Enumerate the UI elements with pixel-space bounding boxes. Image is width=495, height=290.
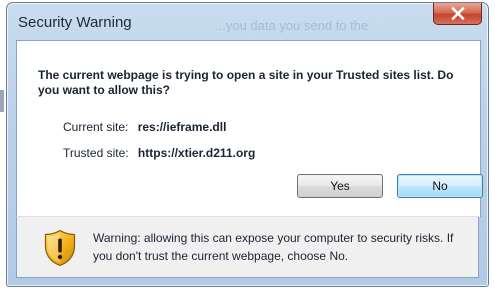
- title-bar[interactable]: Security Warning ...you data you send to…: [7, 3, 488, 41]
- current-site-row: Current site: res://ieframe.dll: [63, 120, 226, 134]
- trusted-site-label: Trusted site:: [63, 146, 129, 160]
- trusted-site-value: https://xtier.d211.org: [137, 146, 256, 160]
- warning-footer: Warning: allowing this can expose your c…: [16, 216, 479, 278]
- shield-warning-icon: [44, 229, 76, 267]
- trusted-site-row: Trusted site: https://xtier.d211.org: [63, 146, 255, 160]
- warning-heading: The current webpage is trying to open a …: [38, 68, 454, 97]
- background-window-edge: [0, 90, 4, 112]
- security-warning-dialog: Security Warning ...you data you send to…: [6, 2, 489, 287]
- close-button[interactable]: [433, 3, 482, 25]
- screen: Security Warning ...you data you send to…: [0, 0, 495, 290]
- current-site-value: res://ieframe.dll: [137, 120, 227, 134]
- no-button[interactable]: No: [397, 174, 483, 198]
- warning-footer-text: Warning: allowing this can expose your c…: [93, 231, 454, 263]
- dialog-title: Security Warning: [18, 14, 132, 31]
- yes-button[interactable]: Yes: [297, 174, 383, 198]
- dialog-content: The current webpage is trying to open a …: [16, 40, 483, 217]
- close-icon: [451, 7, 464, 20]
- current-site-label: Current site:: [63, 120, 129, 134]
- background-window-text: ...you data you send to the: [215, 18, 369, 33]
